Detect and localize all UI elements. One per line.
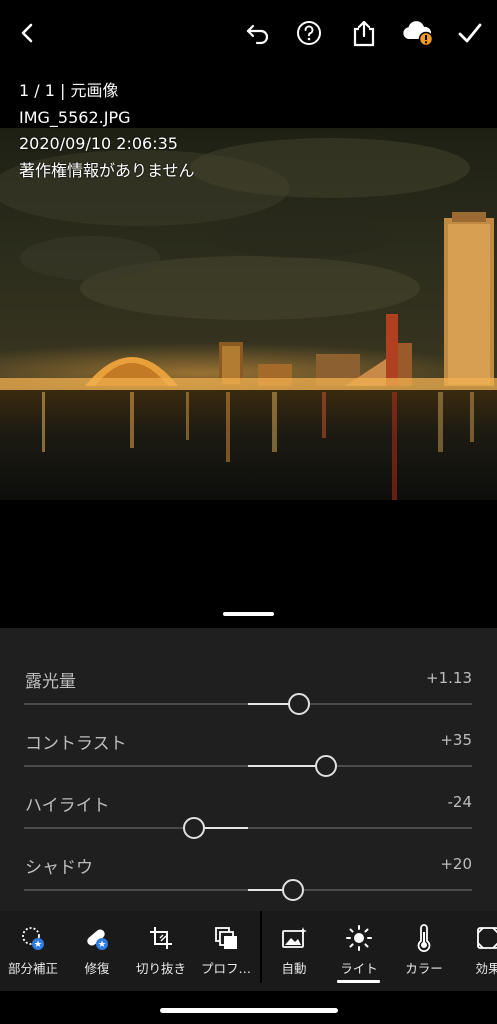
help-icon xyxy=(297,21,321,45)
tool-crop[interactable]: 切り抜き xyxy=(128,911,194,991)
cloud-sync-button[interactable] xyxy=(400,17,436,49)
cloud-warning-icon xyxy=(403,21,434,47)
selective-adjust-icon xyxy=(22,927,44,950)
slider-thumb[interactable] xyxy=(183,817,206,839)
checkmark-icon xyxy=(458,23,482,43)
adjustment-value: +20 xyxy=(440,855,472,873)
undo-button[interactable] xyxy=(242,17,274,49)
done-button[interactable] xyxy=(454,17,486,49)
top-toolbar xyxy=(0,0,497,66)
slider-thumb[interactable] xyxy=(287,693,310,715)
slider-thumb[interactable] xyxy=(281,879,304,901)
tool-label: プロフ… xyxy=(200,961,251,976)
auto-image-icon xyxy=(282,927,307,948)
undo-icon xyxy=(246,24,269,45)
tool-label: 切り抜き xyxy=(135,961,186,976)
share-button[interactable] xyxy=(348,17,380,49)
tool-healing[interactable]: 修復 xyxy=(64,911,130,991)
capture-datetime: 2020/09/10 2:06:35 xyxy=(19,134,178,153)
tool-label: 効果 xyxy=(475,961,497,976)
tool-effects[interactable]: 効果 xyxy=(455,911,497,991)
highlights-adjustment: ハイライト -24 xyxy=(0,791,497,853)
tool-label: 修復 xyxy=(84,961,110,976)
help-button[interactable] xyxy=(293,17,325,49)
slider-track[interactable] xyxy=(24,827,472,829)
slider-thumb[interactable] xyxy=(315,755,338,777)
contrast-adjustment: コントラスト +35 xyxy=(0,729,497,791)
tool-label: 部分補正 xyxy=(7,961,58,976)
file-name: IMG_5562.JPG xyxy=(19,107,131,127)
adjustment-value: +35 xyxy=(440,731,472,749)
adjustment-label: 露光量 xyxy=(25,672,76,692)
chevron-left-icon xyxy=(21,23,33,43)
panel-drag-handle[interactable] xyxy=(223,612,274,616)
adjustment-value: +1.13 xyxy=(426,669,472,687)
share-icon xyxy=(353,20,375,47)
healing-bandage-icon xyxy=(87,929,108,950)
thermometer-color-icon xyxy=(417,924,431,952)
home-indicator[interactable] xyxy=(160,1008,338,1013)
active-tool-indicator xyxy=(337,980,380,983)
crop-icon xyxy=(150,927,172,949)
tool-color[interactable]: カラー xyxy=(391,911,457,991)
photo-info-overlay: 1 / 1 | 元画像 IMG_5562.JPG 2020/09/10 2:06… xyxy=(19,78,195,184)
adjustment-label: ハイライト xyxy=(25,796,110,816)
shadows-adjustment: シャドウ +20 xyxy=(0,853,497,915)
tool-label: ライト xyxy=(340,961,378,976)
adjustment-label: コントラスト xyxy=(25,734,127,754)
tool-auto[interactable]: 自動 xyxy=(261,911,327,991)
sun-light-icon xyxy=(346,925,372,951)
tool-label: 自動 xyxy=(281,961,307,976)
exposure-adjustment: 露光量 +1.13 xyxy=(0,667,497,729)
image-count-line: 1 / 1 | 元画像 xyxy=(19,81,119,100)
adjustment-label: シャドウ xyxy=(25,858,93,878)
profiles-icon xyxy=(215,927,237,949)
tool-light[interactable]: ライト xyxy=(326,911,392,991)
tool-label: カラー xyxy=(405,961,443,976)
effects-icon xyxy=(477,927,497,949)
light-adjustments-panel: 露光量 +1.13 コントラスト +35 ハイライト -24 シャドウ +20 xyxy=(0,628,497,911)
adjustment-value: -24 xyxy=(447,793,473,811)
copyright-info: 著作権情報がありません xyxy=(19,160,195,180)
tool-selective[interactable]: 部分補正 xyxy=(0,911,66,991)
tool-profiles[interactable]: プロフ… xyxy=(193,911,259,991)
back-button[interactable] xyxy=(11,17,43,49)
edit-tools-bar: 部分補正 修復 切り抜き プロフ… 自動 ライト カラー 効果 xyxy=(0,911,497,991)
